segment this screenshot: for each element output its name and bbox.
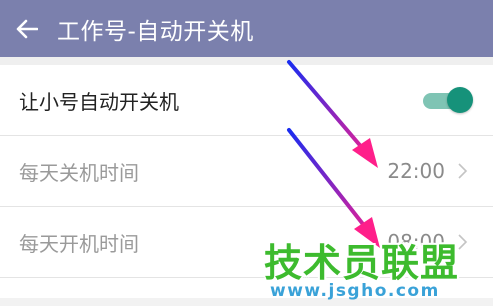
auto-power-label: 让小号自动开关机 bbox=[19, 89, 179, 114]
chevron-right-icon bbox=[458, 163, 468, 179]
watermark-logo: 技术员联盟 bbox=[264, 241, 460, 285]
arrow-left-icon bbox=[16, 19, 38, 38]
shutdown-time-value: 22:00 bbox=[387, 159, 445, 183]
auto-power-toggle[interactable] bbox=[423, 87, 473, 113]
screen: 工作号-自动开关机 让小号自动开关机 每天关机时间 22:00 每天开机时间 0… bbox=[0, 0, 493, 306]
auto-power-row[interactable]: 让小号自动开关机 bbox=[0, 65, 493, 136]
toggle-thumb bbox=[447, 87, 473, 113]
back-button[interactable] bbox=[0, 0, 54, 57]
watermark-url: www.jsgho.com bbox=[270, 281, 440, 301]
shutdown-time-label: 每天关机时间 bbox=[19, 160, 139, 185]
page-title: 工作号-自动开关机 bbox=[57, 18, 254, 45]
app-bar: 工作号-自动开关机 bbox=[0, 0, 493, 57]
shutdown-time-row[interactable]: 每天关机时间 22:00 bbox=[0, 136, 493, 207]
list-gap bbox=[0, 57, 493, 65]
